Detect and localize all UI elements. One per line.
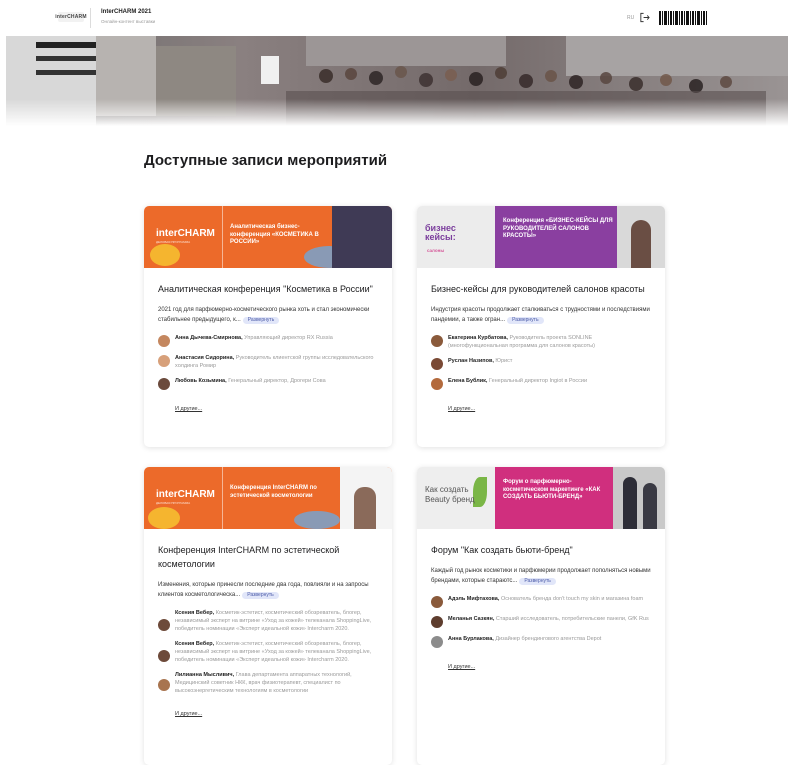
speaker-role: Генеральный директор Ingiot в России: [488, 378, 588, 384]
speaker-role: Основатель бренда don't touch my skin и …: [500, 596, 644, 602]
speaker-avatar: [158, 679, 170, 691]
barcode-icon[interactable]: [659, 11, 707, 25]
card-image-logo: Как создать Beauty бренд: [425, 485, 475, 504]
card-image-logo: бизнес кейсы:: [425, 223, 456, 242]
card-image-logo-sub: ДЕЛОВАЯ ПРОГРАММА: [156, 240, 191, 244]
card-title[interactable]: Бизнес-кейсы для руководителей салонов к…: [431, 282, 651, 296]
speaker-item: Лилианна Мысливич, Глава департамента ап…: [158, 671, 378, 695]
speaker-item: Любовь Козьмина, Генеральный директор, Д…: [158, 377, 378, 390]
speaker-name: Ксения Вебер,: [175, 641, 215, 647]
speaker-avatar: [431, 636, 443, 648]
more-speakers-link[interactable]: И другие...: [448, 664, 475, 670]
speaker-name: Меланья Сазкян,: [448, 616, 495, 622]
speaker-avatar: [158, 355, 170, 367]
speaker-role: Старший исследователь, потребительские п…: [495, 616, 649, 622]
speaker-item: Ксения Вебер, Косметик-эстетист, космети…: [158, 609, 378, 633]
speaker-name: Ксения Вебер,: [175, 610, 215, 616]
speaker-item: Анастасия Сидорина, Руководитель клиентс…: [158, 354, 378, 370]
card-image-logo: interCHARM: [156, 228, 215, 239]
speaker-item: Адэль Мифтахова, Основатель бренда don't…: [431, 595, 651, 608]
card-title[interactable]: Аналитическая конференция "Косметика в Р…: [158, 282, 378, 296]
speaker-name: Лилианна Мысливич,: [175, 672, 235, 678]
speaker-role: Юрист: [495, 358, 513, 364]
speaker-name: Екатерина Курбатова,: [448, 335, 508, 341]
speaker-avatar: [431, 596, 443, 608]
brand-title: InterCHARM 2021: [101, 9, 152, 15]
speaker-avatar: [158, 335, 170, 347]
more-speakers-link[interactable]: И другие...: [175, 711, 202, 717]
expand-button[interactable]: Развернуть: [242, 592, 279, 599]
card-cover-image: interCHARM ДЕЛОВАЯ ПРОГРАММА Аналитическ…: [144, 206, 392, 268]
speaker-avatar: [431, 335, 443, 347]
card-cover-image: Как создать Beauty бренд Форум о парфюме…: [417, 467, 665, 529]
card-description: 2021 год для парфюмерно-косметического р…: [158, 307, 370, 324]
expand-button[interactable]: Развернуть: [519, 578, 556, 585]
card-description: Изменения, которые принесли последние дв…: [158, 582, 369, 599]
speaker-role: Генеральный директор, Дрогери Сова: [228, 378, 326, 384]
speaker-item: Анна Дычева-Смирнова, Управляющий директ…: [158, 334, 378, 347]
speaker-item: Екатерина Курбатова, Руководитель проект…: [431, 334, 651, 350]
card-image-caption: Конференция InterCHARM по эстетической к…: [230, 485, 317, 499]
speaker-role: Дизайнер брендингового агентства Depot: [495, 636, 602, 642]
speaker-item: Меланья Сазкян, Старший исследователь, п…: [431, 615, 651, 628]
language-switch[interactable]: RU: [627, 15, 634, 21]
card-image-caption: Форум о парфюмерно-косметическом маркети…: [503, 479, 601, 500]
more-speakers-link[interactable]: И другие...: [175, 406, 202, 412]
speaker-item: Руслан Назипов, Юрист: [431, 357, 651, 370]
card-cover-image: interCHARM ДЕЛОВАЯ ПРОГРАММА Конференция…: [144, 467, 392, 529]
speaker-avatar: [158, 378, 170, 390]
speaker-name: Анастасия Сидорина,: [175, 355, 235, 361]
speaker-name: Анна Бурлакова,: [448, 636, 494, 642]
event-card-cosmetics-russia[interactable]: interCHARM ДЕЛОВАЯ ПРОГРАММА Аналитическ…: [144, 206, 392, 447]
speaker-name: Елена Бублик,: [448, 378, 488, 384]
event-card-aesthetic-cosmetology[interactable]: interCHARM ДЕЛОВАЯ ПРОГРАММА Конференция…: [144, 467, 392, 765]
more-speakers-link[interactable]: И другие...: [448, 406, 475, 412]
card-image-caption: Аналитическая бизнес-конференция «КОСМЕТ…: [230, 224, 319, 245]
speaker-role: Управляющий директор RX Russia: [244, 335, 333, 341]
header-divider: [90, 8, 91, 28]
speaker-name: Руслан Назипов,: [448, 358, 494, 364]
card-image-logo-sub: салоны: [427, 248, 445, 253]
speaker-item: Анна Бурлакова, Дизайнер брендингового а…: [431, 635, 651, 648]
card-title[interactable]: Форум "Как создать бьюти-бренд": [431, 543, 651, 557]
top-bar: interCHARM InterCHARM 2021 Онлайн-контен…: [0, 0, 794, 36]
event-card-beauty-brand[interactable]: Как создать Beauty бренд Форум о парфюме…: [417, 467, 665, 765]
card-description: Индустрия красоты продолжает сталкиватьс…: [431, 307, 650, 324]
card-description: Каждый год рынок косметики и парфюмерии …: [431, 568, 651, 585]
speaker-name: Адэль Мифтахова,: [448, 596, 500, 602]
expand-button[interactable]: Развернуть: [242, 317, 280, 324]
speaker-item: Елена Бублик, Генеральный директор Ingio…: [431, 377, 651, 390]
logout-icon[interactable]: [639, 12, 650, 23]
card-image-logo-sub: ДЕЛОВАЯ ПРОГРАММА: [156, 501, 191, 505]
card-image-logo: interCHARM: [156, 489, 215, 500]
card-title[interactable]: Конференция InterCHARM по эстетической к…: [158, 543, 378, 571]
page-title: Доступные записи мероприятий: [144, 152, 388, 169]
speaker-name: Анна Дычева-Смирнова,: [175, 335, 243, 341]
card-cover-image: бизнес кейсы: салоны Конференция «БИЗНЕС…: [417, 206, 665, 268]
event-card-business-cases[interactable]: бизнес кейсы: салоны Конференция «БИЗНЕС…: [417, 206, 665, 447]
expand-button[interactable]: Развернуть: [507, 317, 544, 324]
speaker-name: Любовь Козьмина,: [175, 378, 227, 384]
brand-logo[interactable]: interCHARM: [55, 12, 87, 22]
hero-banner-image: [6, 36, 788, 126]
speaker-avatar: [431, 358, 443, 370]
speaker-avatar: [158, 650, 170, 662]
speaker-avatar: [431, 616, 443, 628]
speaker-avatar: [158, 619, 170, 631]
speaker-item: Ксения Вебер, Косметик-эстетист, космети…: [158, 640, 378, 664]
brand-subtitle: Онлайн-контент выставки: [101, 19, 156, 24]
speaker-avatar: [431, 378, 443, 390]
card-image-caption: Конференция «БИЗНЕС-КЕЙСЫ ДЛЯ РУКОВОДИТЕ…: [503, 218, 613, 239]
